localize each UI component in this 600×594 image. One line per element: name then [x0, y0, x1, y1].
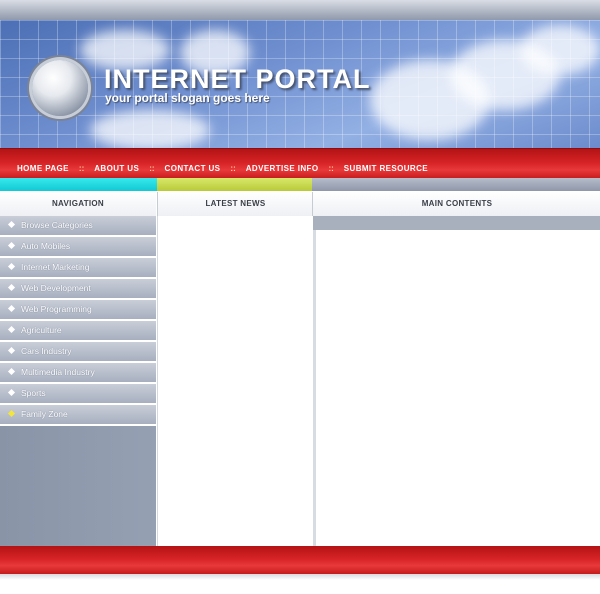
sidebar-item-label: Sports: [21, 388, 46, 398]
diamond-bullet-icon: [7, 262, 16, 271]
latest-news-heading: LATEST NEWS: [157, 192, 313, 217]
main-contents-heading: MAIN CONTENTS: [312, 192, 600, 217]
nav-contact-link[interactable]: CONTACT US: [165, 164, 221, 173]
diamond-bullet-icon: [7, 304, 16, 313]
sidebar-item-label: Family Zone: [21, 409, 68, 419]
sidebar-navigation: Browse Categories Auto Mobiles Internet …: [0, 216, 156, 546]
navigation-heading: NAVIGATION: [0, 192, 156, 217]
accent-strip-gray: [312, 178, 600, 191]
sidebar-item-family-zone[interactable]: Family Zone: [0, 405, 156, 426]
nav-about-link[interactable]: ABOUT US: [94, 164, 139, 173]
site-slogan: your portal slogan goes here: [105, 91, 270, 105]
accent-strip-yellow: [157, 178, 312, 191]
sidebar-item-agriculture[interactable]: Agriculture: [0, 321, 156, 342]
nav-separator: ::: [230, 164, 236, 173]
sidebar-item-sports[interactable]: Sports: [0, 384, 156, 405]
sidebar-item-label: Browse Categories: [21, 220, 93, 230]
diamond-bullet-icon: [7, 346, 16, 355]
sidebar-item-label: Web Programming: [21, 304, 92, 314]
sidebar-item-label: Agriculture: [21, 325, 62, 335]
sidebar-item-label: Internet Marketing: [21, 262, 90, 272]
diamond-bullet-icon: [7, 388, 16, 397]
header-banner: INTERNET PORTAL your portal slogan goes …: [0, 20, 600, 148]
diamond-bullet-icon: [7, 367, 16, 376]
nav-separator: ::: [328, 164, 334, 173]
footer-shadow: [0, 574, 600, 580]
sidebar-item-label: Auto Mobiles: [21, 241, 71, 251]
diamond-bullet-icon: [7, 220, 16, 229]
diamond-bullet-icon: [7, 325, 16, 334]
sidebar-item-internet-marketing[interactable]: Internet Marketing: [0, 258, 156, 279]
sidebar-item-cars-industry[interactable]: Cars Industry: [0, 342, 156, 363]
sidebar-item-multimedia-industry[interactable]: Multimedia Industry: [0, 363, 156, 384]
top-nav-bar: HOME PAGE:: ABOUT US:: CONTACT US:: ADVERTI…: [0, 148, 600, 179]
sidebar-item-label: Web Development: [21, 283, 91, 293]
latest-news-panel: [157, 216, 313, 546]
nav-links: HOME PAGE:: ABOUT US:: CONTACT US:: ADVERTI…: [17, 158, 428, 176]
diamond-bullet-icon: [7, 241, 16, 250]
diamond-bullet-icon: [7, 283, 16, 292]
sidebar-item-label: Cars Industry: [21, 346, 72, 356]
main-contents-bar: [313, 216, 600, 230]
nav-submit-link[interactable]: SUBMIT RESOURCE: [344, 164, 428, 173]
top-strip: [0, 0, 600, 20]
main-contents-panel: [313, 230, 600, 546]
sidebar-item-web-development[interactable]: Web Development: [0, 279, 156, 300]
nav-separator: ::: [78, 164, 85, 173]
sidebar-item-browse-categories[interactable]: Browse Categories: [0, 216, 156, 237]
nav-advertise-link[interactable]: ADVERTISE INFO: [246, 164, 319, 173]
nav-home-link[interactable]: HOME PAGE: [17, 164, 69, 173]
nav-separator: ::: [149, 164, 155, 173]
accent-strip-cyan: [0, 178, 157, 191]
footer-bar: [0, 546, 600, 574]
globe-orb-icon: [32, 60, 88, 116]
sidebar-item-web-programming[interactable]: Web Programming: [0, 300, 156, 321]
diamond-bullet-icon: [7, 409, 16, 418]
sidebar-item-auto-mobiles[interactable]: Auto Mobiles: [0, 237, 156, 258]
sidebar-item-label: Multimedia Industry: [21, 367, 95, 377]
